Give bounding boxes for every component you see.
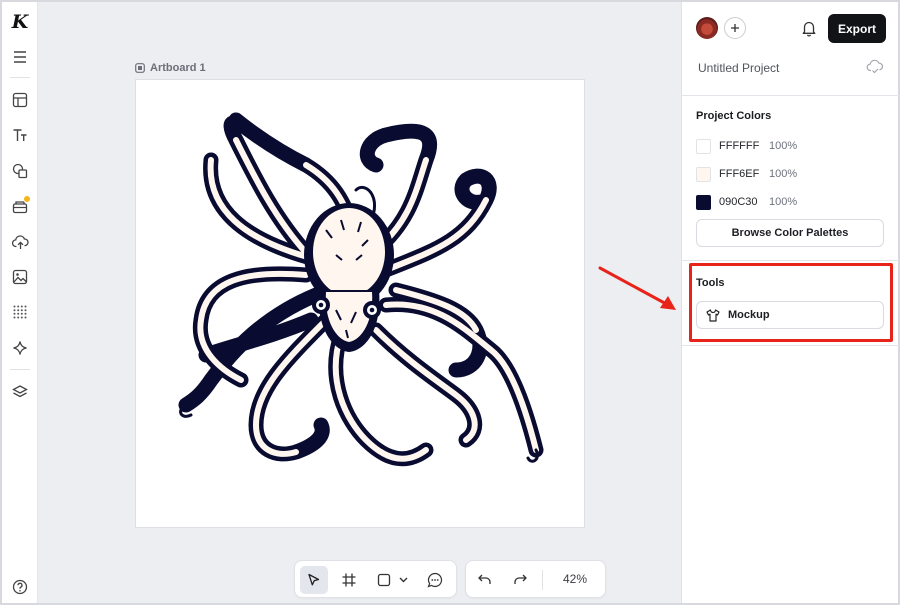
text-icon[interactable]: [8, 123, 32, 147]
upload-icon[interactable]: [8, 230, 32, 254]
logo-letter: K: [11, 11, 29, 33]
left-toolbar: K: [2, 2, 38, 603]
select-tool-button[interactable]: [300, 566, 328, 594]
shape-dropdown-button[interactable]: [394, 566, 412, 594]
project-colors-title: Project Colors: [696, 110, 772, 122]
cloud-sync-icon: [866, 59, 884, 74]
zoom-level[interactable]: 42%: [563, 572, 587, 586]
frame-icon: [342, 573, 356, 587]
plus-icon: [731, 24, 739, 32]
frame-tool-button[interactable]: [335, 566, 363, 594]
color-hex: FFFFFF: [719, 140, 760, 152]
color-swatch[interactable]: [696, 194, 711, 210]
red-arrow-icon: [598, 266, 676, 310]
color-opacity: 100%: [769, 168, 798, 180]
image-icon[interactable]: [8, 265, 32, 289]
project-name[interactable]: Untitled Project: [698, 61, 779, 75]
artboard-label[interactable]: Artboard 1: [135, 60, 206, 76]
octopus-illustration[interactable]: [136, 80, 586, 529]
pattern-icon[interactable]: [8, 300, 32, 324]
elements-icon[interactable]: [8, 194, 32, 218]
add-collaborator-button[interactable]: [724, 17, 746, 39]
comment-icon: [427, 572, 443, 588]
undo-button[interactable]: [471, 566, 499, 594]
artboard-canvas[interactable]: [135, 79, 585, 528]
new-badge-icon: [23, 195, 31, 203]
ai-sparkle-icon[interactable]: [8, 336, 32, 360]
square-icon: [377, 573, 391, 587]
color-hex: FFF6EF: [719, 168, 760, 180]
color-hex: 090C30: [719, 196, 758, 208]
canvas-toolbar: [294, 560, 457, 598]
layers-icon[interactable]: [8, 380, 32, 404]
templates-icon[interactable]: [8, 88, 32, 112]
logo[interactable]: K: [8, 10, 32, 34]
color-row[interactable]: FFFFFF 100%: [696, 138, 797, 154]
color-row[interactable]: FFF6EF 100%: [696, 166, 797, 182]
artboard-name: Artboard 1: [150, 62, 206, 74]
redo-icon: [514, 574, 527, 584]
color-swatch[interactable]: [696, 138, 711, 154]
color-swatch[interactable]: [696, 166, 711, 182]
export-button[interactable]: Export: [828, 14, 886, 43]
chevron-down-icon: [399, 577, 407, 583]
color-opacity: 100%: [769, 196, 798, 208]
color-row[interactable]: 090C30 100%: [696, 194, 797, 210]
highlight-box: [689, 263, 893, 342]
artboard-icon: [135, 63, 145, 73]
cursor-icon: [308, 573, 320, 586]
undo-icon: [478, 574, 491, 584]
browse-color-palettes-button[interactable]: Browse Color Palettes: [696, 219, 884, 247]
color-opacity: 100%: [769, 140, 798, 152]
help-icon[interactable]: [8, 575, 32, 599]
history-zoom-toolbar: 42%: [465, 560, 606, 598]
comment-tool-button[interactable]: [421, 566, 449, 594]
avatar[interactable]: [696, 17, 718, 39]
redo-button[interactable]: [506, 566, 534, 594]
menu-icon[interactable]: [8, 45, 32, 69]
bell-icon[interactable]: [800, 19, 818, 37]
shapes-icon[interactable]: [8, 159, 32, 183]
